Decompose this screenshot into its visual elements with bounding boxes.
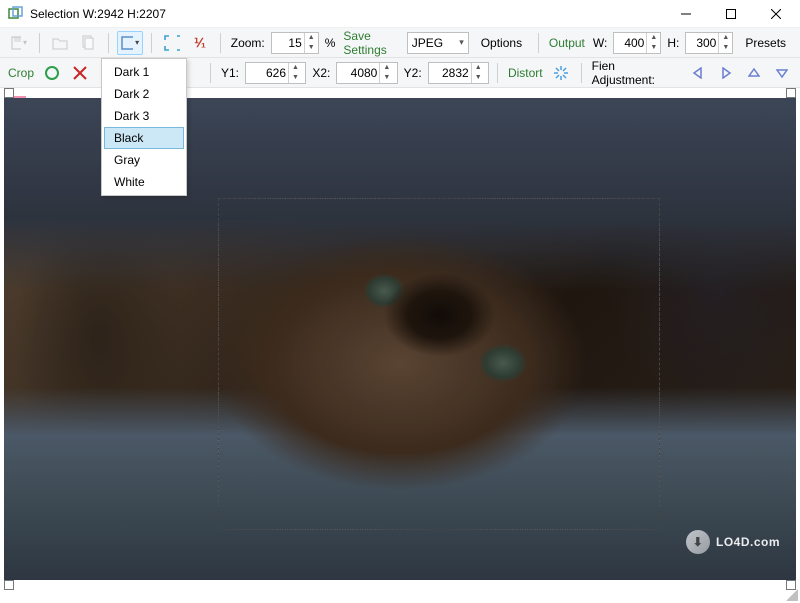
y1-label: Y1: xyxy=(219,66,241,80)
x2-label: X2: xyxy=(310,66,332,80)
dropdown-item[interactable]: Dark 2 xyxy=(104,83,184,105)
y2-input[interactable]: ▲▼ xyxy=(428,62,489,84)
distort-tool-button[interactable] xyxy=(549,61,573,85)
fien-label: Fien Adjustment: xyxy=(590,59,682,87)
background-dropdown-button[interactable]: ▾ xyxy=(117,31,144,55)
copy-button[interactable] xyxy=(76,31,100,55)
resize-grip[interactable] xyxy=(786,589,798,601)
spin-down-icon[interactable]: ▼ xyxy=(305,43,318,53)
handle-top-right[interactable] xyxy=(786,88,796,98)
y2-label: Y2: xyxy=(402,66,424,80)
save-button[interactable]: ▾ xyxy=(6,31,31,55)
minimize-button[interactable] xyxy=(663,0,708,28)
close-button[interactable] xyxy=(753,0,798,28)
format-select[interactable]: JPEG ▾ xyxy=(407,32,469,54)
window-title: Selection W:2942 H:2207 xyxy=(30,7,663,21)
chevron-down-icon: ▾ xyxy=(459,37,464,48)
maximize-button[interactable] xyxy=(708,0,753,28)
open-folder-button[interactable] xyxy=(48,31,72,55)
download-icon: ⬇ xyxy=(686,530,710,554)
toolbar-main: ▾ ▾ ⅟₁ Zoom: ▲▼ % Save Settings JPEG ▾ O… xyxy=(0,28,800,58)
output-label: Output xyxy=(547,36,587,50)
crop-cancel-button[interactable] xyxy=(68,61,92,85)
h-label: H: xyxy=(665,36,681,50)
zoom-label: Zoom: xyxy=(229,36,267,50)
dropdown-item[interactable]: Gray xyxy=(104,149,184,171)
save-settings-link[interactable]: Save Settings xyxy=(341,29,402,57)
adjust-up-button[interactable] xyxy=(742,61,766,85)
distort-label: Distort xyxy=(506,66,545,80)
adjust-left-button[interactable] xyxy=(686,61,710,85)
adjust-right-button[interactable] xyxy=(714,61,738,85)
output-height-input[interactable]: ▲▼ xyxy=(685,32,733,54)
crop-label: Crop xyxy=(6,66,36,80)
titlebar: Selection W:2942 H:2207 xyxy=(0,0,800,28)
w-label: W: xyxy=(591,36,609,50)
dropdown-item[interactable]: Dark 3 xyxy=(104,105,184,127)
x2-input[interactable]: ▲▼ xyxy=(336,62,397,84)
dropdown-item[interactable]: Dark 1 xyxy=(104,61,184,83)
background-dropdown-menu: Dark 1Dark 2Dark 3BlackGrayWhite xyxy=(101,58,187,196)
zoom-pct: % xyxy=(323,36,338,50)
watermark: ⬇ LO4D.com xyxy=(686,530,780,554)
selection-marquee[interactable] xyxy=(218,198,660,530)
crop-confirm-button[interactable] xyxy=(40,61,64,85)
presets-button[interactable]: Presets xyxy=(737,32,794,54)
dropdown-item[interactable]: White xyxy=(104,171,184,193)
handle-top-left[interactable] xyxy=(4,88,14,98)
spin-up-icon[interactable]: ▲ xyxy=(305,33,318,43)
app-icon xyxy=(8,6,24,22)
adjust-down-button[interactable] xyxy=(770,61,794,85)
y1-input[interactable]: ▲▼ xyxy=(245,62,306,84)
output-width-input[interactable]: ▲▼ xyxy=(613,32,661,54)
fraction-button[interactable]: ⅟₁ xyxy=(188,31,212,55)
dropdown-item[interactable]: Black xyxy=(104,127,184,149)
options-button[interactable]: Options xyxy=(473,32,530,54)
fit-screen-button[interactable] xyxy=(160,31,184,55)
zoom-input[interactable]: ▲▼ xyxy=(271,32,319,54)
handle-bottom-left[interactable] xyxy=(4,580,14,590)
